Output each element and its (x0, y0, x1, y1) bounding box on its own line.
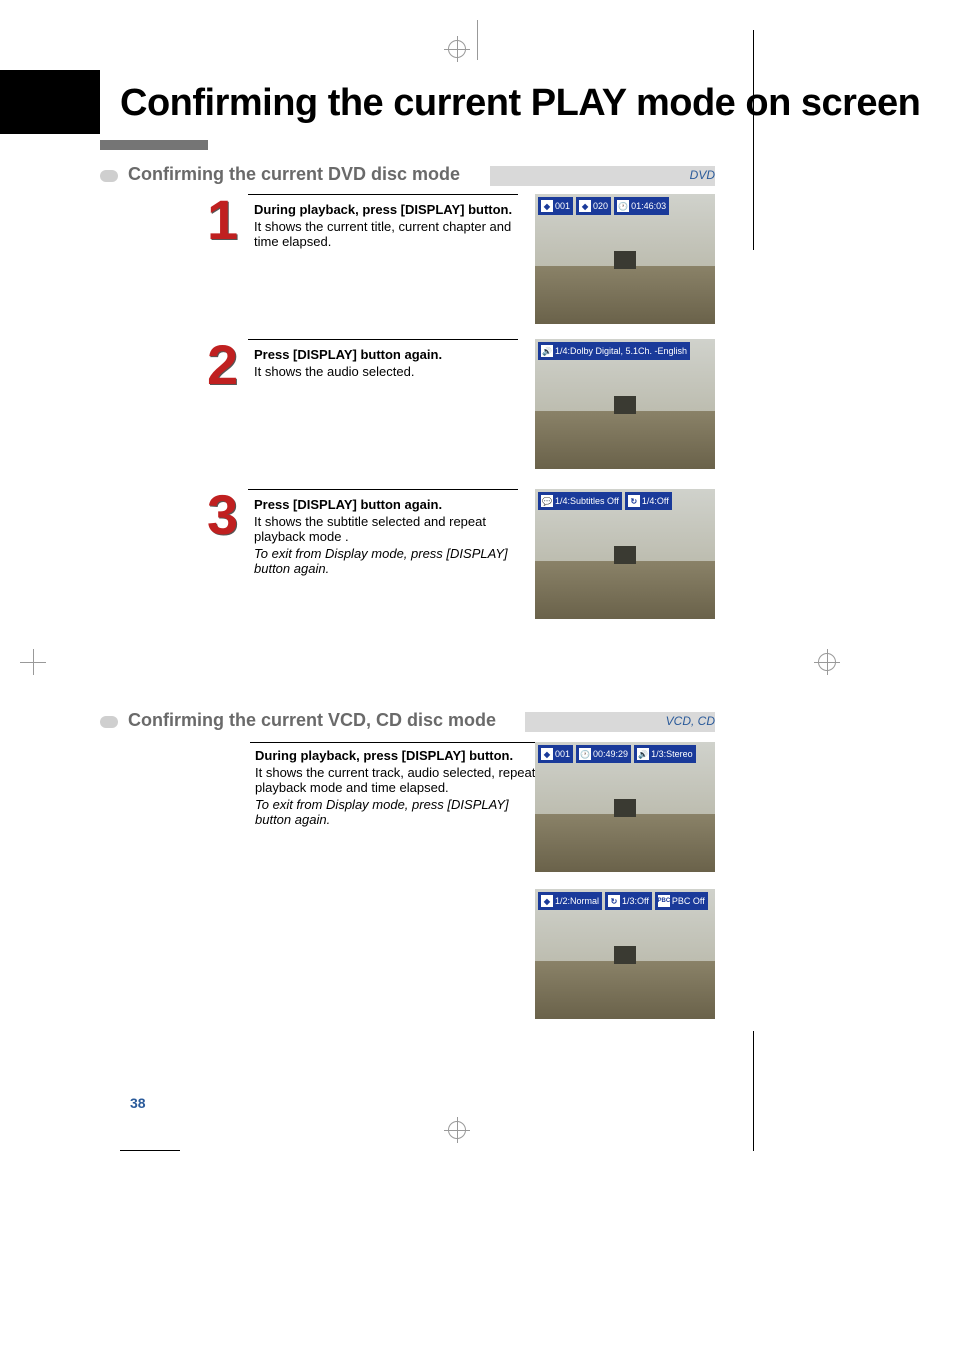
osd-pbc: PBC Off (672, 896, 705, 906)
vcd-step: During playback, press [DISPLAY] button.… (255, 748, 545, 827)
step3-italic: To exit from Display mode, press [DISPLA… (254, 546, 514, 576)
osd-repeat: 1/3:Off (622, 896, 649, 906)
section1-tag: DVD (690, 168, 715, 182)
crop-mark-right (814, 656, 854, 696)
title-underline (100, 140, 208, 150)
crop-mark-top (457, 30, 497, 70)
zoom-icon: ◆ (541, 895, 553, 907)
clock-icon: 🕐 (617, 200, 629, 212)
screenshot-dvd-1: ◆001 ◆020 🕐01:46:03 (535, 194, 715, 324)
section2-title: Confirming the current VCD, CD disc mode (128, 710, 496, 731)
repeat-icon: ↻ (628, 495, 640, 507)
screenshot-dvd-2: 🔊1/4:Dolby Digital, 5.1Ch. -English (535, 339, 715, 469)
vcd-head: During playback, press [DISPLAY] button. (255, 748, 545, 763)
osd-bar: 🔊1/4:Dolby Digital, 5.1Ch. -English (538, 342, 712, 360)
pbc-icon: PBC (658, 895, 670, 907)
frame-line (753, 30, 754, 250)
screenshot-vcd-1: ◆001 🕐00:49:29 🔊1/3:Stereo (535, 742, 715, 872)
osd-bar: ◆001 🕐00:49:29 🔊1/3:Stereo (538, 745, 712, 763)
osd-subtitle: 1/4:Subtitles Off (555, 496, 619, 506)
step1-body: It shows the current title, current chap… (254, 219, 514, 249)
osd-time: 01:46:03 (631, 201, 666, 211)
disc-icon: ◆ (579, 200, 591, 212)
frame-line (120, 1150, 180, 1151)
step-number-3: 3 (207, 487, 238, 543)
page-tab (0, 70, 100, 134)
repeat-icon: ↻ (608, 895, 620, 907)
vcd-italic: To exit from Display mode, press [DISPLA… (255, 797, 545, 827)
screenshot-vcd-2: ◆1/2:Normal ↻1/3:Off PBCPBC Off (535, 889, 715, 1019)
speaker-icon: 🔊 (637, 748, 649, 760)
osd-audio: 1/3:Stereo (651, 749, 693, 759)
osd-bar: 💬1/4:Subtitles Off ↻1/4:Off (538, 492, 712, 510)
step2-body: It shows the audio selected. (254, 364, 514, 379)
clock-icon: 🕐 (579, 748, 591, 760)
step1-head: During playback, press [DISPLAY] button. (254, 202, 514, 217)
step-number-2: 2 (207, 337, 238, 393)
screenshot-dvd-3: 💬1/4:Subtitles Off ↻1/4:Off (535, 489, 715, 619)
section2-tag: VCD, CD (666, 714, 715, 728)
disc-icon: ◆ (541, 200, 553, 212)
vcd-body: It shows the current track, audio select… (255, 765, 545, 795)
osd-time: 00:49:29 (593, 749, 628, 759)
osd-audio: 1/4:Dolby Digital, 5.1Ch. -English (555, 346, 687, 356)
osd-title: 001 (555, 201, 570, 211)
page-title: Confirming the current PLAY mode on scre… (120, 82, 920, 125)
subtitle-icon: 💬 (541, 495, 553, 507)
osd-bar: ◆001 ◆020 🕐01:46:03 (538, 197, 712, 215)
osd-bar: ◆1/2:Normal ↻1/3:Off PBCPBC Off (538, 892, 712, 910)
disc-icon: ◆ (541, 748, 553, 760)
section1-title: Confirming the current DVD disc mode (128, 164, 460, 185)
step-number-1: 1 (207, 192, 238, 248)
page-number: 38 (130, 1095, 146, 1111)
step2-head: Press [DISPLAY] button again. (254, 347, 514, 362)
frame-line (753, 1031, 754, 1151)
step3-body: It shows the subtitle selected and repea… (254, 514, 514, 544)
osd-zoom: 1/2:Normal (555, 896, 599, 906)
osd-track: 001 (555, 749, 570, 759)
osd-repeat: 1/4:Off (642, 496, 669, 506)
speaker-icon: 🔊 (541, 345, 553, 357)
crop-mark-bottom (457, 1111, 497, 1151)
crop-mark-left (20, 656, 60, 696)
step3-head: Press [DISPLAY] button again. (254, 497, 514, 512)
osd-chapter: 020 (593, 201, 608, 211)
